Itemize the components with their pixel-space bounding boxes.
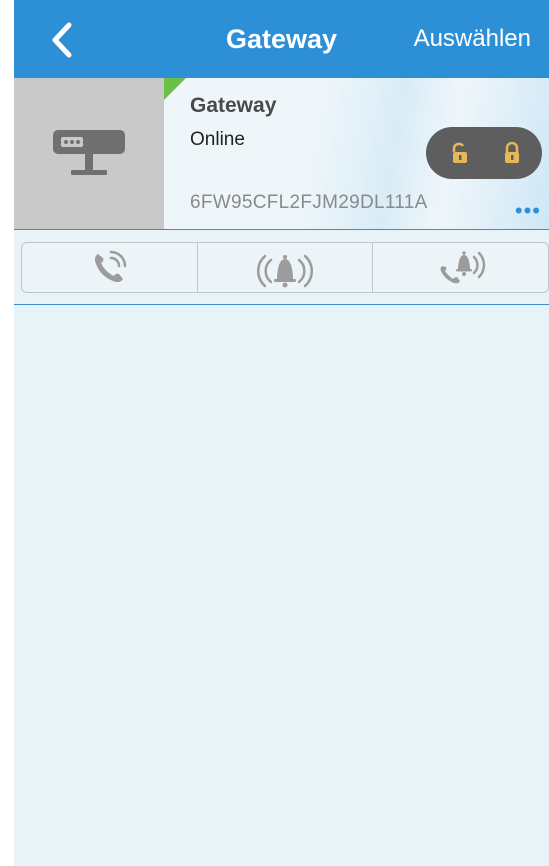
- tab-alarm[interactable]: [198, 243, 374, 292]
- lock-button[interactable]: [500, 141, 524, 165]
- lock-icon: [505, 142, 519, 163]
- phone-alarm-icon: [440, 250, 485, 283]
- function-tabs: [21, 242, 549, 293]
- chevron-left-icon: [52, 22, 72, 58]
- device-status: Online: [190, 129, 245, 150]
- online-indicator: [164, 78, 186, 100]
- lock-control: [426, 127, 542, 179]
- phone-ringing-icon: [95, 250, 127, 282]
- function-bar: [14, 230, 549, 305]
- back-button[interactable]: [42, 18, 82, 62]
- unlock-button[interactable]: [448, 141, 472, 165]
- navigation-bar: Gateway Auswählen: [14, 0, 549, 78]
- device-name: Gateway: [190, 94, 277, 117]
- device-serial: 6FW95CFL2FJM29DL111A: [190, 192, 428, 213]
- device-thumbnail: [14, 78, 164, 229]
- content-area: [14, 305, 549, 866]
- alarm-bell-icon: [256, 254, 314, 287]
- tab-call-alarm[interactable]: [373, 243, 548, 292]
- more-dots-icon[interactable]: •••: [515, 200, 541, 222]
- unlock-icon: [452, 142, 467, 163]
- device-card[interactable]: Gateway Online 6FW95CFL2FJM29DL111A •••: [14, 78, 549, 229]
- select-button[interactable]: Auswählen: [414, 0, 531, 78]
- gateway-device-icon: [53, 129, 125, 175]
- tab-call[interactable]: [22, 243, 198, 292]
